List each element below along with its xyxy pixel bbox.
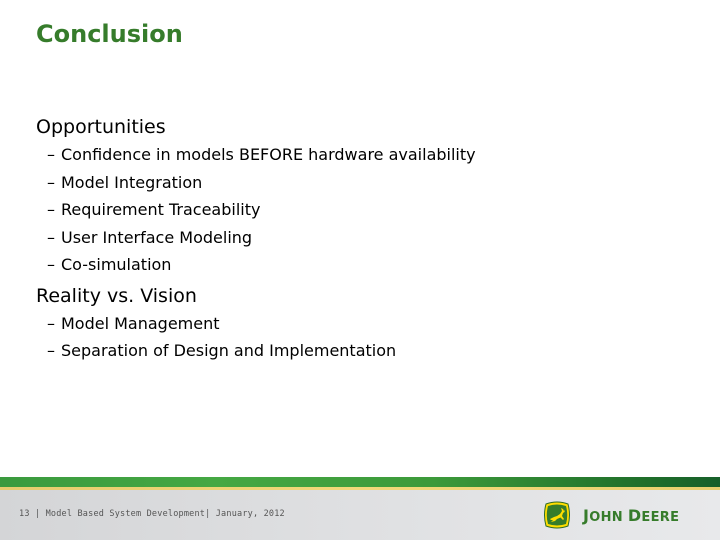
- section-heading: Opportunities: [36, 116, 166, 138]
- section-reality-vs-vision: Reality vs. Vision – Model Management – Se…: [36, 283, 696, 365]
- logo-wordmark: JOHN DEERE: [583, 505, 680, 525]
- footer-green-band: [0, 477, 720, 487]
- bullet-item: – Model Integration: [36, 169, 696, 197]
- leaping-deer-icon: [542, 501, 572, 529]
- bullet-list: – Model Management – Separation of Design …: [36, 310, 696, 365]
- bullet-text: User Interface Modeling: [61, 227, 253, 247]
- bullet-text: Model Integration: [61, 172, 203, 192]
- dash-marker: –: [47, 341, 55, 360]
- bullet-item: – Confidence in models BEFORE hardware av…: [36, 141, 696, 169]
- dash-marker: –: [47, 172, 55, 192]
- section-heading: Reality vs. Vision: [36, 284, 197, 307]
- bullet-text: Model Management: [61, 313, 220, 333]
- bullet-item: – Requirement Traceability: [36, 196, 696, 224]
- bullet-list: – Confidence in models BEFORE hardware av…: [36, 141, 696, 279]
- bullet-text: Co-simulation: [61, 255, 172, 274]
- dash-marker: –: [47, 255, 55, 274]
- dash-marker: –: [47, 227, 55, 247]
- bullet-item: – User Interface Modeling: [36, 224, 696, 252]
- dash-marker: –: [47, 145, 55, 164]
- bullet-text: Separation of Design and Implementation: [61, 341, 397, 360]
- slide-body: Opportunities – Confidence in models BEFO…: [36, 114, 696, 365]
- footer-caption: 13 | Model Based System Development| Jan…: [19, 509, 285, 519]
- bullet-text: Requirement Traceability: [61, 200, 261, 219]
- section-opportunities: Opportunities – Confidence in models BEFO…: [36, 114, 696, 279]
- slide-title: Conclusion: [36, 20, 183, 48]
- bullet-text: Confidence in models BEFORE hardware ava…: [61, 145, 476, 164]
- john-deere-logo: JOHN DEERE: [542, 501, 679, 529]
- dash-marker: –: [47, 200, 55, 219]
- bullet-item: – Co-simulation: [36, 251, 696, 279]
- dash-marker: –: [47, 313, 55, 333]
- bullet-item: – Model Management: [36, 310, 696, 338]
- bullet-item: – Separation of Design and Implementation: [36, 337, 696, 365]
